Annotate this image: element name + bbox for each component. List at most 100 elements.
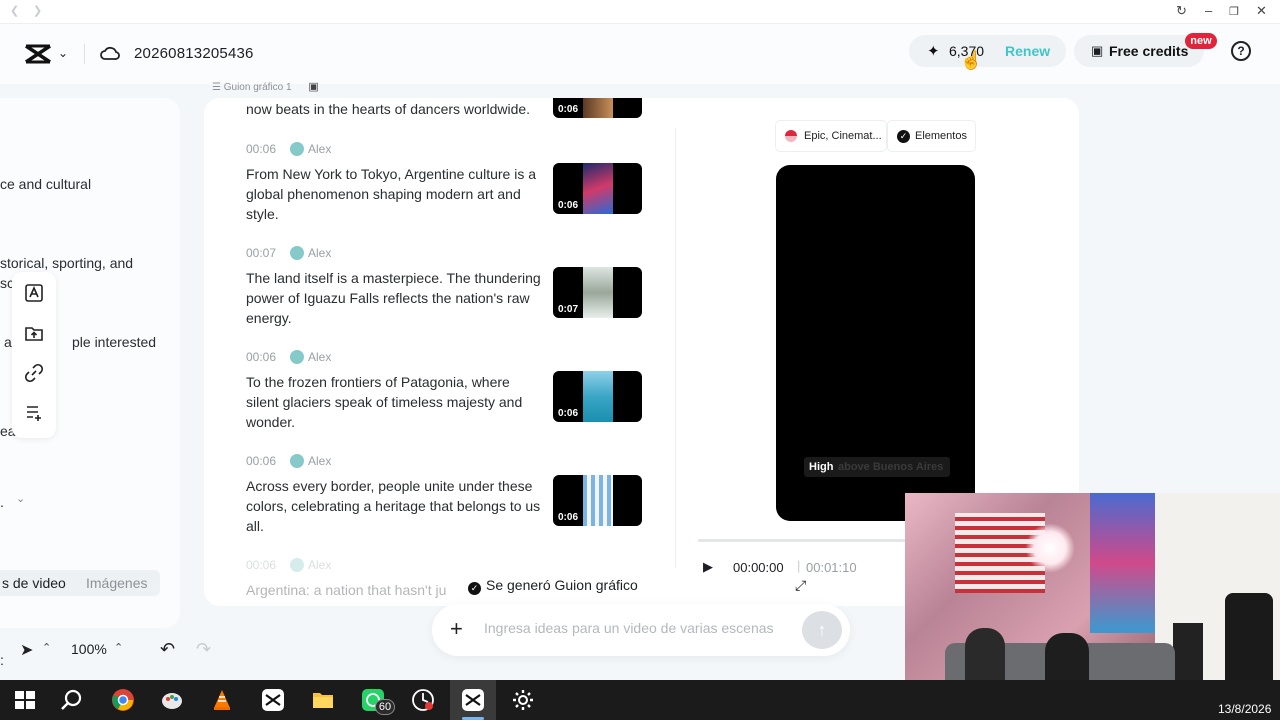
subtitle-rest: above Buenos Aires [838, 461, 944, 473]
scene-thumbnail[interactable]: 0:06 [553, 475, 642, 526]
scene-thumbnail[interactable]: 0:07 [553, 267, 642, 318]
send-button[interactable]: ↑ [802, 611, 842, 649]
text-box-icon[interactable] [24, 283, 44, 303]
upload-folder-icon[interactable] [24, 323, 44, 343]
video-preview[interactable]: High above Buenos Aires [776, 165, 975, 521]
close-icon[interactable]: ✕ [1256, 3, 1267, 19]
minimize-icon[interactable]: – [1205, 3, 1212, 18]
current-time: 00:00:00 [733, 560, 784, 575]
scene-meta: 00:07 Alex [246, 246, 646, 264]
scene-text[interactable]: To the frozen frontiers of Patagonia, wh… [246, 372, 546, 432]
pointer-tool-icon[interactable]: ➤ [20, 640, 33, 660]
storyboard-tag-label: Guion gráfico 1 [223, 82, 292, 93]
redo-icon[interactable]: ↷ [196, 639, 211, 660]
preview-subtitle: High above Buenos Aires [804, 457, 950, 477]
chevron-down-icon[interactable]: ⌄ [16, 492, 25, 505]
prompt-input[interactable] [484, 620, 794, 636]
status-message: ✓ Se generó Guion gráfico [468, 577, 638, 595]
scene-time: 00:06 [246, 558, 277, 572]
expand-icon[interactable]: ⤢ [795, 577, 806, 594]
zoom-level[interactable]: 100% [71, 641, 107, 657]
refresh-icon[interactable]: ↻ [1176, 3, 1187, 19]
back-arrow-icon[interactable]: ❮ [10, 4, 19, 17]
free-credits-label: Free credits [1109, 43, 1189, 59]
left-panel-text: ce and cultural [0, 176, 92, 192]
whatsapp-unread-badge: 60 [375, 699, 395, 715]
status-text: Se generó Guion gráfico [486, 577, 638, 593]
left-panel-text: ple interested [72, 334, 157, 350]
avatar [290, 558, 304, 572]
time-separator: | [797, 558, 801, 573]
chevron-up-icon[interactable]: ⌃ [114, 641, 123, 654]
storyboard-tag[interactable]: ☰ Guion gráfico 1 ▣ [212, 80, 319, 93]
total-time: 00:01:10 [806, 560, 857, 575]
scene-time: 00:07 [246, 246, 277, 260]
tab-images[interactable]: Imágenes [86, 575, 147, 591]
scene-text[interactable]: Across every border, people unite under … [246, 476, 546, 536]
add-list-icon[interactable] [24, 403, 44, 423]
scene-time: 00:06 [246, 350, 277, 364]
windows-start-icon[interactable] [13, 688, 37, 712]
copy-icon[interactable]: ▣ [308, 81, 318, 93]
scene-thumbnail[interactable]: 0:06 [553, 371, 642, 422]
forward-arrow-icon[interactable]: ❯ [33, 4, 42, 17]
scene-text[interactable]: The land itself is a masterpiece. The th… [246, 268, 546, 328]
capcut-logo-icon[interactable] [24, 42, 52, 66]
restore-icon[interactable]: ❐ [1229, 5, 1239, 18]
credits-pill[interactable]: ✦ 6,370 Renew [909, 35, 1066, 67]
file-explorer-icon[interactable] [311, 688, 335, 712]
webcam-graffiti [1090, 493, 1155, 633]
avatar [290, 142, 304, 156]
project-title[interactable]: 20260813205436 [134, 45, 254, 62]
elements-chip[interactable]: ✓ Elementos [888, 121, 975, 151]
cloud-sync-icon[interactable] [100, 44, 120, 62]
tab-videos[interactable]: s de video [2, 575, 66, 591]
paint-app-icon[interactable] [160, 688, 184, 712]
media-tabs: s de video Imágenes [0, 570, 160, 596]
chrome-icon[interactable] [111, 688, 135, 712]
capcut-taskbar-icon[interactable] [261, 688, 285, 712]
link-icon[interactable] [24, 363, 44, 383]
chevron-up-icon[interactable]: ⌃ [42, 641, 51, 654]
app-header: ⌄ 20260813205436 ✦ 6,370 Renew ▣ Free cr… [0, 24, 1280, 84]
playback-progress[interactable] [698, 539, 908, 542]
play-icon[interactable]: ▶ [703, 559, 713, 575]
avatar [290, 350, 304, 364]
style-chip[interactable]: Epic, Cinemat... [776, 121, 886, 151]
scene-meta: 00:06 Alex [246, 142, 646, 160]
renew-button[interactable]: Renew [1005, 43, 1050, 59]
screen-recorder-icon[interactable] [411, 688, 435, 712]
avatar [290, 246, 304, 260]
undo-icon[interactable]: ↶ [160, 639, 175, 660]
style-chip-label: Epic, Cinemat... [804, 130, 882, 142]
scene-text[interactable]: now beats in the hearts of dancers world… [246, 99, 546, 119]
speaker-name: Alex [308, 350, 332, 364]
thumbnail-duration: 0:06 [558, 104, 579, 115]
storyboard-list-icon: ☰ [212, 82, 221, 93]
thumbnail-image [583, 98, 613, 118]
help-icon[interactable]: ? [1231, 41, 1251, 61]
speaker-name: Alex [308, 454, 332, 468]
elements-chip-label: Elementos [915, 130, 967, 142]
window-titlebar: ❮ ❯ ↻ – ❐ ✕ [0, 0, 1280, 24]
left-panel-text: a [4, 334, 12, 350]
thumbnail-duration: 0:06 [558, 512, 579, 523]
thumbnail-duration: 0:06 [558, 408, 579, 419]
insert-tool-strip [12, 272, 56, 438]
scene-time: 00:06 [246, 454, 277, 468]
scene-text[interactable]: From New York to Tokyo, Argentine cultur… [246, 164, 546, 224]
hand-cursor-icon: ☝ [960, 50, 983, 70]
thumbnail-image [583, 267, 613, 318]
scene-thumbnail[interactable]: 0:06 [553, 163, 642, 214]
check-icon: ✓ [468, 582, 481, 595]
scene-thumbnail[interactable]: 0:06 [553, 98, 642, 118]
search-icon[interactable] [60, 688, 84, 712]
scene-meta: 00:06 Alex [246, 558, 646, 576]
left-panel-text: . [0, 494, 4, 510]
settings-gear-icon[interactable] [511, 688, 535, 712]
webcam-light [1025, 523, 1075, 573]
chevron-down-icon[interactable]: ⌄ [58, 46, 68, 60]
vlc-icon[interactable] [210, 688, 234, 712]
capcut-active-icon[interactable] [461, 688, 485, 712]
add-icon[interactable]: + [450, 616, 463, 642]
